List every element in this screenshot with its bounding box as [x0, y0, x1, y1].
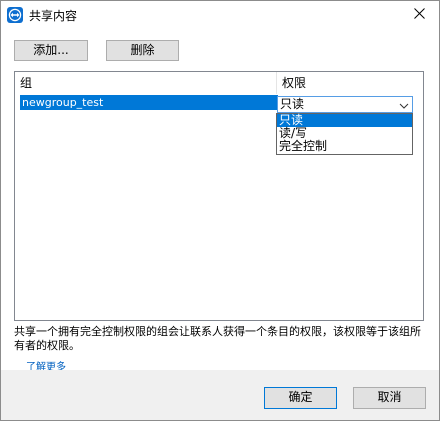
teamviewer-icon [7, 7, 23, 23]
title-bar: 共享内容 [1, 1, 439, 31]
close-icon [413, 8, 425, 22]
ok-button-label: 确定 [288, 390, 313, 404]
permission-dropdown-list: 只读 读/写 完全控制 [276, 113, 413, 155]
delete-button[interactable]: 删除 [106, 40, 179, 61]
add-button[interactable]: 添加... [14, 40, 88, 61]
cancel-button[interactable]: 取消 [353, 387, 426, 409]
column-header-permission[interactable]: 权限 [277, 72, 423, 94]
dropdown-option-full-control[interactable]: 完全控制 [277, 140, 412, 153]
shared-groups-grid: 组 权限 newgroup_test 只读 只读 读/写 完全控制 [14, 71, 424, 321]
permission-select-value: 只读 [280, 97, 305, 111]
group-name-cell: newgroup_test [22, 96, 104, 109]
share-content-dialog: 共享内容 添加... 删除 组 权限 newgroup_test 只读 只读 读… [0, 0, 440, 421]
table-row[interactable]: newgroup_test [20, 95, 278, 110]
dialog-body: 添加... 删除 组 权限 newgroup_test 只读 只读 读/写 完全… [1, 31, 439, 373]
dialog-footer: 确定 取消 [1, 370, 439, 420]
permission-description: 共享一个拥有完全控制权限的组会让联系人获得一个条目的权限，该权限等于该组所有者的… [14, 325, 421, 352]
chevron-down-icon [399, 100, 409, 110]
column-header-group[interactable]: 组 [15, 72, 277, 94]
permission-select[interactable]: 只读 [277, 96, 413, 113]
window-title: 共享内容 [29, 9, 78, 23]
close-button[interactable] [399, 1, 439, 29]
ok-button[interactable]: 确定 [264, 387, 337, 409]
grid-header: 组 权限 [15, 72, 423, 94]
